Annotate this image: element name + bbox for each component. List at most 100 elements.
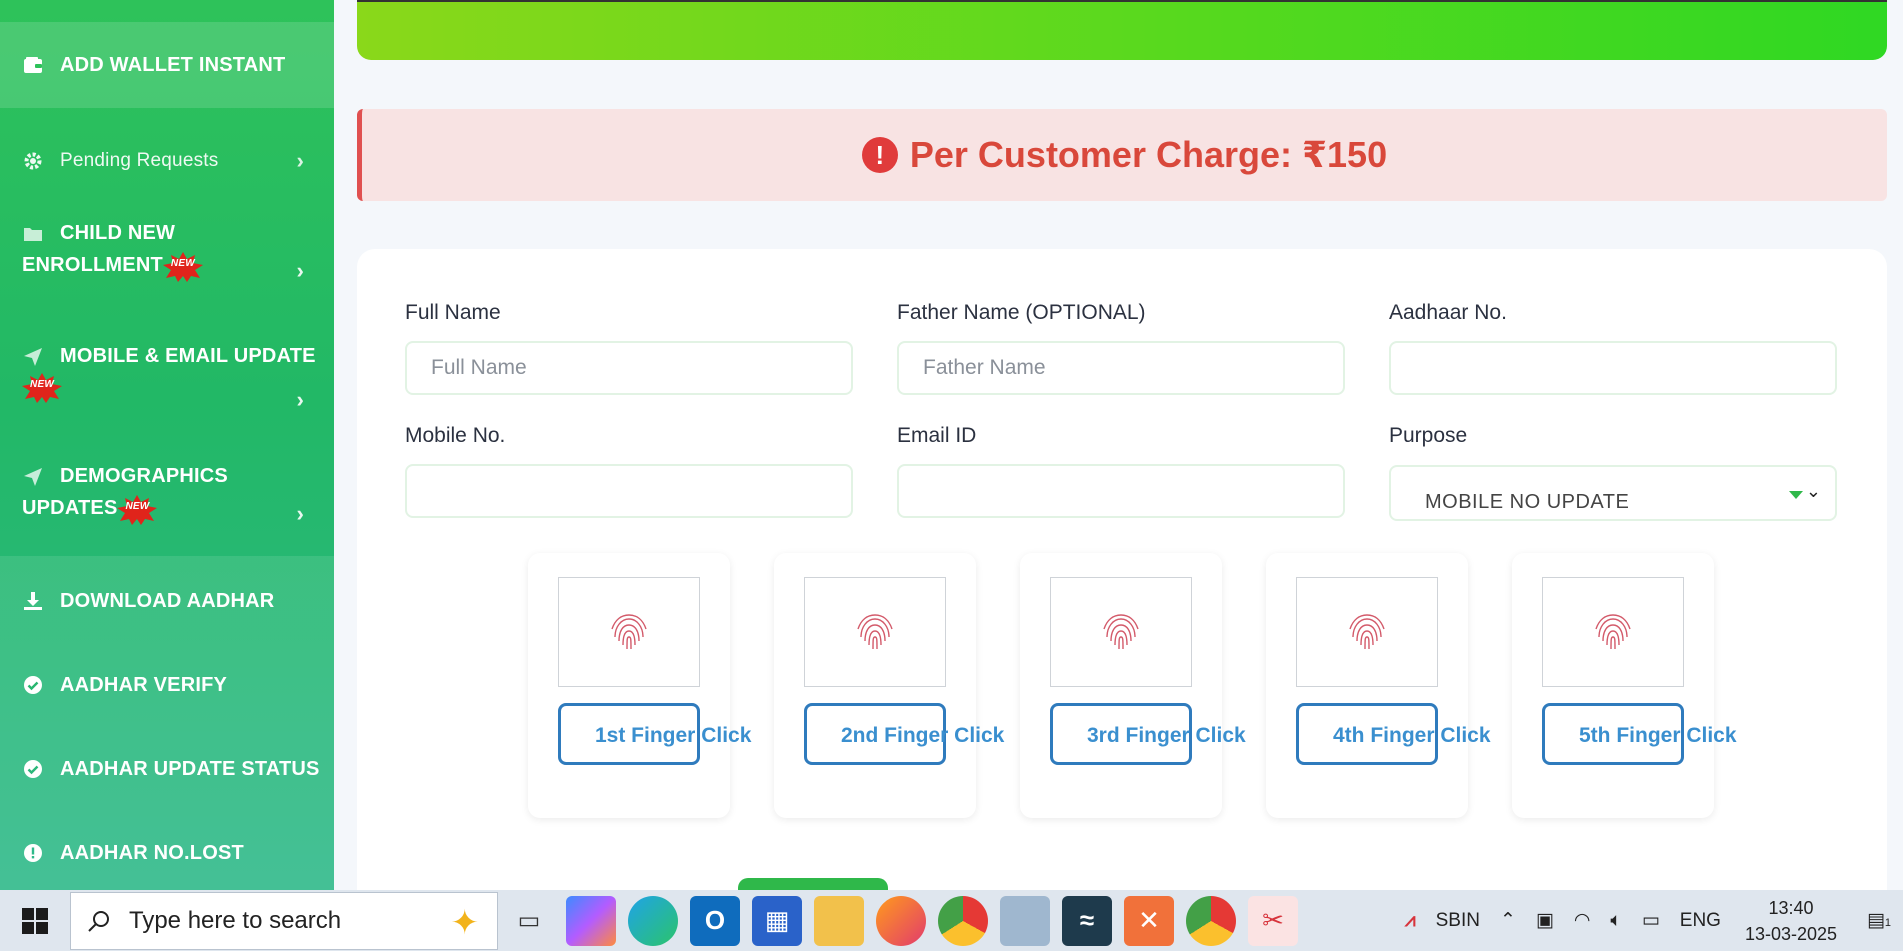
mobile-label: Mobile No. [405, 424, 506, 447]
finger-capture-button-5[interactable]: 5th Finger Click [1542, 703, 1737, 765]
outlook-icon[interactable]: O [690, 895, 740, 946]
notepad-icon[interactable] [1000, 895, 1050, 946]
download-icon [22, 590, 44, 612]
sidebar-item-aadhar-no-lost[interactable]: AADHAR NO.LOST [0, 838, 334, 868]
gear-icon [22, 150, 44, 172]
chevron-right-icon: › [296, 387, 304, 412]
notification-count: 1 [1884, 917, 1891, 929]
full-name-input[interactable] [431, 343, 851, 393]
sidebar-item-label-line1: MOBILE & EMAIL UPDATE [60, 345, 316, 367]
wifi-icon[interactable]: ◠ [1574, 909, 1591, 932]
taskbar-search-box[interactable]: Type here to search ✦ [70, 891, 498, 950]
finger-capture-button-4[interactable]: 4th Finger Click [1296, 703, 1491, 765]
fingerprint-icon [1591, 607, 1635, 658]
sidebar-item-label-line2: ENROLLMENT [22, 253, 163, 276]
sidebar-item-label: DOWNLOAD AADHAR [60, 589, 275, 612]
charge-notice: ! Per Customer Charge: ₹150 [357, 109, 1887, 201]
fingerprint-icon [853, 607, 897, 658]
sidebar-item-download-aadhar[interactable]: DOWNLOAD AADHAR [0, 586, 334, 616]
copilot-app-icon[interactable] [566, 895, 616, 946]
mobile-field[interactable] [405, 464, 853, 518]
father-name-label: Father Name (OPTIONAL) [897, 301, 1146, 324]
purpose-select[interactable]: MOBILE NO UPDATE ⌄ [1389, 465, 1837, 521]
clock[interactable]: 13:40 13-03-2025 [1745, 895, 1837, 947]
mobile-input[interactable] [431, 466, 851, 516]
chevron-right-icon: › [296, 258, 304, 283]
app-window: ADD WALLET INSTANT Pending Requests › CH… [0, 0, 1903, 890]
sidebar-item-label: ADD WALLET INSTANT [60, 53, 286, 76]
finger-capture-button-3[interactable]: 3rd Finger Click [1050, 703, 1246, 765]
purpose-selected-value: MOBILE NO UPDATE [1425, 491, 1630, 513]
copilot-sparkle-icon: ✦ [450, 903, 480, 942]
sidebar-item-label-line1: DEMOGRAPHICS [60, 465, 228, 487]
chevron-down-icon: ⌄ [1805, 481, 1821, 501]
father-name-field[interactable] [897, 341, 1345, 395]
sidebar-item-mobile-email-update[interactable]: MOBILE & EMAIL UPDATE NEW › [0, 345, 334, 415]
fingerprint-preview [804, 577, 946, 687]
sidebar-item-child-new-enrollment[interactable]: CHILD NEW ENROLLMENT NEW › [0, 222, 334, 292]
check-circle-icon [22, 674, 44, 696]
new-badge: NEW [22, 373, 62, 403]
full-name-field[interactable] [405, 341, 853, 395]
alert-circle-icon [22, 842, 44, 864]
sidebar-item-label: AADHAR NO.LOST [60, 841, 244, 864]
battery-icon[interactable]: ▭ [1642, 909, 1660, 932]
notification-center-icon[interactable]: ▤ 1 [1867, 909, 1891, 932]
aadhaar-input[interactable] [1415, 343, 1835, 393]
sidebar-item-pending-requests[interactable]: Pending Requests › [0, 141, 334, 181]
snipping-tool-icon[interactable]: ✂ [1248, 895, 1298, 946]
sidebar-item-demographics-updates[interactable]: DEMOGRAPHICS UPDATES NEW › [0, 465, 334, 535]
wallet-icon [22, 54, 44, 76]
email-label: Email ID [897, 424, 977, 447]
language-indicator[interactable]: ENG [1680, 910, 1721, 932]
chrome-profile-icon[interactable] [1186, 895, 1236, 946]
start-button[interactable] [0, 890, 70, 951]
windows-taskbar: Type here to search ✦ ▭ O ▦ ≈ ✕ ✂ ⩘ SBIN… [0, 890, 1903, 951]
email-field[interactable] [897, 464, 1345, 518]
submit-button[interactable] [738, 878, 888, 890]
main-content: ! Per Customer Charge: ₹150 Full Name Fa… [334, 0, 1903, 890]
clock-time: 13:40 [1768, 897, 1814, 918]
aadhaar-field[interactable] [1389, 341, 1837, 395]
email-input[interactable] [923, 466, 1343, 516]
fingerprint-preview [558, 577, 700, 687]
finger-card-5: 5th Finger Click [1512, 553, 1737, 818]
exclamation-circle-icon: ! [861, 137, 898, 173]
stock-ticker-label[interactable]: SBIN [1436, 910, 1480, 932]
terminal-app-icon[interactable]: ≈ [1062, 895, 1112, 946]
chrome-icon[interactable] [938, 895, 988, 946]
new-badge: NEW [117, 495, 158, 525]
sidebar-item-aadhar-update-status[interactable]: AADHAR UPDATE STATUS [0, 754, 334, 784]
clock-date: 13-03-2025 [1744, 923, 1838, 944]
fingerprint-preview [1050, 577, 1192, 687]
search-icon [88, 910, 109, 932]
volume-icon[interactable]: 🔈︎ [1610, 910, 1621, 932]
header-banner [357, 0, 1887, 60]
father-name-input[interactable] [923, 343, 1343, 393]
sidebar-item-aadhar-verify[interactable]: AADHAR VERIFY [0, 670, 334, 700]
finger-capture-button-1[interactable]: 1st Finger Click [558, 703, 751, 765]
chevron-up-icon[interactable]: ⌃ [1500, 909, 1516, 932]
sidebar-item-add-wallet-instant[interactable]: ADD WALLET INSTANT [0, 22, 334, 108]
charge-text: Per Customer Charge: ₹150 [909, 134, 1388, 175]
file-explorer-icon[interactable] [814, 895, 864, 946]
fingerprint-preview [1542, 577, 1684, 687]
fingerprint-preview [1296, 577, 1438, 687]
finger-card-1: 1st Finger Click [528, 553, 751, 818]
finger-capture-button-2[interactable]: 2nd Finger Click [804, 703, 1004, 765]
stock-icon: ⩘ [1404, 909, 1416, 931]
new-badge: NEW [162, 252, 203, 282]
task-view-icon[interactable]: ▭ [504, 896, 554, 946]
paper-plane-icon [22, 466, 44, 488]
sidebar-item-label: AADHAR VERIFY [60, 673, 228, 696]
edge-browser-icon[interactable] [628, 895, 678, 946]
meet-now-icon[interactable]: ▣ [1536, 909, 1554, 932]
full-name-label: Full Name [405, 301, 501, 324]
microsoft-store-icon[interactable]: ▦ [752, 895, 802, 946]
xampp-icon[interactable]: ✕ [1124, 895, 1174, 946]
dropdown-triangle-icon [1789, 491, 1803, 499]
fingerprint-icon [1099, 607, 1143, 658]
aadhaar-label: Aadhaar No. [1389, 301, 1507, 324]
firefox-icon[interactable] [876, 895, 926, 946]
finger-card-2: 2nd Finger Click [774, 553, 1004, 818]
